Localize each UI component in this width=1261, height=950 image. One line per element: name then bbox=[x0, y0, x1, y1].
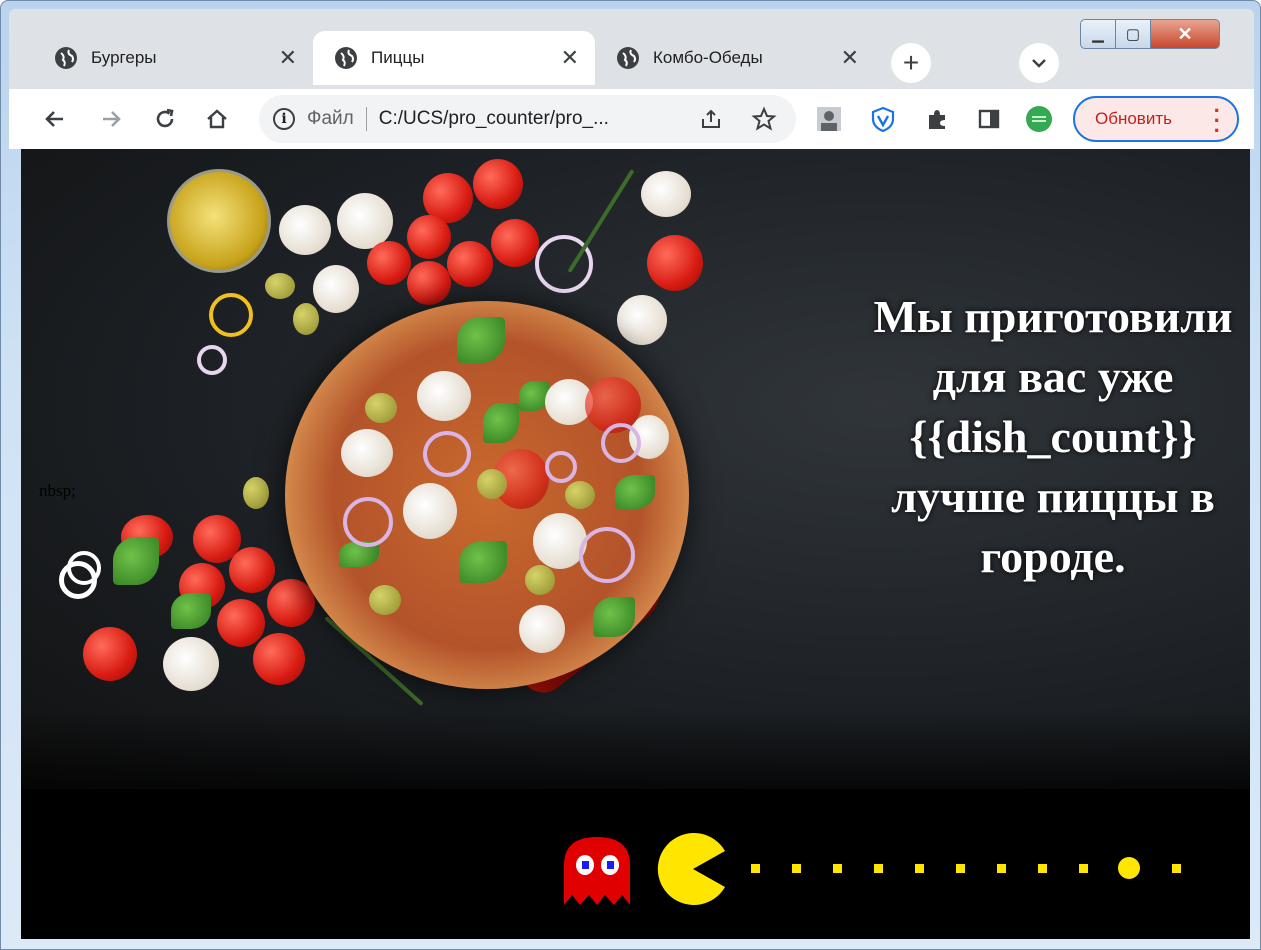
chevron-down-icon bbox=[1032, 59, 1046, 68]
pac-dot bbox=[792, 864, 801, 873]
home-icon bbox=[207, 109, 227, 129]
more-vert-icon[interactable]: · · · bbox=[1214, 100, 1221, 142]
pac-dot bbox=[956, 864, 965, 873]
pac-dot bbox=[751, 864, 760, 873]
pac-dot bbox=[1038, 864, 1047, 873]
back-button[interactable] bbox=[37, 101, 73, 137]
bottom-fade bbox=[21, 709, 1250, 819]
tab-label: Пиццы bbox=[371, 48, 425, 67]
tab-combo[interactable]: Комбо-Обеды ✕ bbox=[595, 31, 875, 85]
forward-button[interactable] bbox=[93, 101, 129, 137]
divider bbox=[365, 107, 367, 131]
page-viewport: nbsp; Мы приготовили для вас уже {{dish_… bbox=[21, 149, 1250, 939]
pac-dot bbox=[1079, 864, 1088, 873]
close-icon[interactable]: ✕ bbox=[841, 45, 859, 71]
update-button[interactable]: Обновить · · · bbox=[1073, 96, 1239, 142]
puzzle-icon[interactable] bbox=[923, 105, 951, 133]
extension-badge-icon[interactable] bbox=[1025, 105, 1053, 133]
side-panel-icon[interactable] bbox=[975, 105, 1003, 133]
pac-dot bbox=[997, 864, 1006, 873]
star-icon[interactable] bbox=[751, 106, 777, 138]
browser-window: Бургеры ✕ Пиццы ✕ Комбо-Обеды ✕ + ▁ ▢ ✕ bbox=[0, 0, 1261, 950]
window-controls: ▁ ▢ ✕ bbox=[1080, 19, 1220, 49]
minimize-icon: ▁ bbox=[1092, 26, 1104, 43]
profile-extension-icon[interactable] bbox=[815, 105, 843, 133]
info-icon[interactable]: i bbox=[273, 108, 295, 130]
plus-icon: + bbox=[902, 47, 920, 78]
tab-label: Бургеры bbox=[91, 48, 157, 67]
reload-icon bbox=[156, 108, 174, 128]
tab-search-button[interactable] bbox=[1019, 43, 1059, 83]
arrow-left-icon bbox=[45, 111, 63, 127]
reload-button[interactable] bbox=[147, 101, 183, 137]
home-button[interactable] bbox=[199, 101, 235, 137]
new-tab-button[interactable]: + bbox=[891, 43, 931, 83]
arrow-right-icon bbox=[103, 111, 121, 127]
close-icon[interactable]: ✕ bbox=[279, 45, 297, 71]
pacman-icon bbox=[657, 833, 729, 905]
tab-pizzas[interactable]: Пиццы ✕ bbox=[313, 31, 595, 85]
vpn-shield-icon[interactable] bbox=[869, 105, 897, 133]
close-window-button[interactable]: ✕ bbox=[1150, 19, 1220, 49]
close-icon: ✕ bbox=[1177, 23, 1193, 44]
globe-icon bbox=[335, 47, 357, 69]
close-icon[interactable]: ✕ bbox=[561, 45, 579, 71]
maximize-icon: ▢ bbox=[1125, 26, 1141, 43]
pac-dot bbox=[833, 864, 842, 873]
url-text[interactable]: C:/UCS/pro_counter/pro_... bbox=[379, 108, 609, 130]
pac-dot bbox=[915, 864, 924, 873]
maximize-button[interactable]: ▢ bbox=[1115, 19, 1151, 49]
stray-text: nbsp; bbox=[39, 481, 76, 500]
ghost-icon bbox=[558, 835, 636, 905]
pac-dot bbox=[874, 864, 883, 873]
toolbar: i Файл C:/UCS/pro_counter/pro_... Обнови… bbox=[9, 89, 1254, 149]
address-bar[interactable]: i Файл C:/UCS/pro_counter/pro_... bbox=[259, 95, 796, 143]
tab-burgers[interactable]: Бургеры ✕ bbox=[33, 31, 313, 85]
share-icon[interactable] bbox=[699, 107, 723, 137]
update-label: Обновить bbox=[1095, 109, 1172, 128]
minimize-button[interactable]: ▁ bbox=[1080, 19, 1116, 49]
power-pellet bbox=[1118, 857, 1140, 879]
pac-dot bbox=[1172, 864, 1181, 873]
tab-strip: Бургеры ✕ Пиццы ✕ Комбо-Обеды ✕ + ▁ ▢ ✕ bbox=[9, 9, 1254, 89]
globe-icon bbox=[617, 47, 639, 69]
tab-label: Комбо-Обеды bbox=[653, 48, 763, 67]
globe-icon bbox=[55, 47, 77, 69]
headline: Мы приготовили для вас уже {{dish_count}… bbox=[873, 291, 1233, 582]
file-label: Файл bbox=[307, 108, 354, 129]
